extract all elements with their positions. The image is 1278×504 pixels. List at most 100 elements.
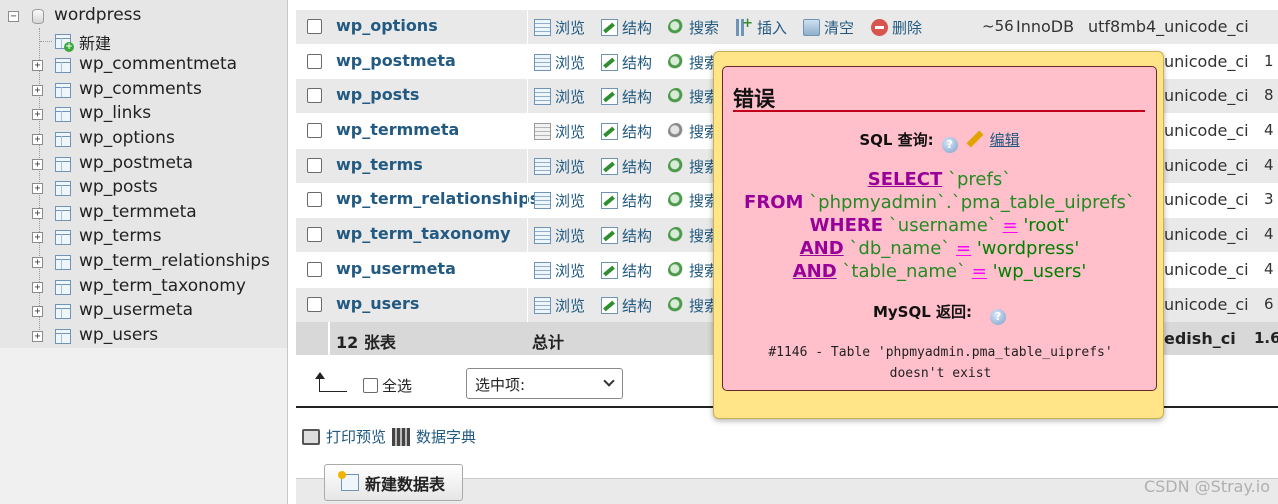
structure-action[interactable]: 结构 bbox=[601, 156, 652, 177]
browse-action[interactable]: 浏览 bbox=[534, 86, 585, 107]
nav-table-label[interactable]: wp_term_relationships bbox=[79, 251, 270, 271]
nav-table-item[interactable]: + wp_termmeta bbox=[0, 201, 287, 225]
row-checkbox[interactable] bbox=[307, 262, 322, 277]
new-table-button[interactable]: 新建数据表 bbox=[324, 464, 463, 501]
sql-operator[interactable]: = bbox=[1003, 215, 1018, 236]
browse-action[interactable]: 浏览 bbox=[534, 190, 585, 211]
row-checkbox[interactable] bbox=[307, 54, 322, 69]
nav-table-item[interactable]: + wp_postmeta bbox=[0, 152, 287, 176]
edit-link[interactable]: 编辑 bbox=[990, 131, 1020, 149]
structure-action[interactable]: 结构 bbox=[601, 17, 652, 38]
search-action[interactable]: 搜索 bbox=[668, 190, 719, 211]
nav-item-new[interactable]: + 新建 bbox=[0, 29, 287, 54]
search-action[interactable]: 搜索 bbox=[668, 52, 719, 73]
nav-table-item[interactable]: + wp_comments bbox=[0, 78, 287, 102]
nav-table-label[interactable]: wp_options bbox=[79, 128, 175, 148]
table-name-link[interactable]: wp_term_taxonomy bbox=[336, 224, 511, 243]
search-action[interactable]: 搜索 bbox=[668, 260, 719, 281]
help-icon[interactable]: ? bbox=[990, 309, 1007, 325]
table-name-link[interactable]: wp_usermeta bbox=[336, 259, 456, 278]
table-name-link[interactable]: wp_termmeta bbox=[336, 120, 459, 139]
table-name-link[interactable]: wp_term_relationships bbox=[336, 189, 539, 208]
sql-keyword[interactable]: AND bbox=[800, 238, 844, 259]
search-action[interactable]: 搜索 bbox=[668, 295, 719, 316]
help-icon[interactable]: ? bbox=[941, 137, 958, 153]
expand-icon[interactable]: + bbox=[32, 282, 43, 293]
search-action[interactable]: 搜索 bbox=[668, 225, 719, 246]
nav-table-item[interactable]: + wp_term_relationships bbox=[0, 250, 287, 274]
table-name-link[interactable]: wp_postmeta bbox=[336, 51, 456, 70]
nav-table-label[interactable]: wp_users bbox=[79, 325, 158, 345]
nav-table-item[interactable]: + wp_usermeta bbox=[0, 299, 287, 323]
expand-icon[interactable]: + bbox=[32, 159, 43, 170]
structure-action[interactable]: 结构 bbox=[601, 52, 652, 73]
nav-table-label[interactable]: wp_commentmeta bbox=[79, 54, 237, 74]
expand-icon[interactable]: + bbox=[32, 109, 43, 120]
nav-table-label[interactable]: wp_comments bbox=[79, 79, 202, 99]
print-preview-link[interactable]: 打印预览 bbox=[326, 426, 386, 447]
browse-action[interactable]: 浏览 bbox=[534, 295, 585, 316]
data-dictionary-link[interactable]: 数据字典 bbox=[416, 426, 476, 447]
row-checkbox[interactable] bbox=[307, 19, 322, 34]
nav-table-item[interactable]: + wp_commentmeta bbox=[0, 53, 287, 77]
table-name-link[interactable]: wp_users bbox=[336, 294, 419, 313]
table-name-link[interactable]: wp_options bbox=[336, 16, 438, 35]
structure-action[interactable]: 结构 bbox=[601, 86, 652, 107]
nav-table-label[interactable]: wp_terms bbox=[79, 226, 161, 246]
nav-table-label[interactable]: wp_posts bbox=[79, 177, 158, 197]
browse-action[interactable]: 浏览 bbox=[534, 260, 585, 281]
nav-table-item[interactable]: + wp_options bbox=[0, 127, 287, 151]
row-checkbox[interactable] bbox=[307, 192, 322, 207]
database-label[interactable]: wordpress bbox=[54, 5, 141, 25]
expand-icon[interactable]: + bbox=[32, 257, 43, 268]
structure-action[interactable]: 结构 bbox=[601, 260, 652, 281]
nav-table-item[interactable]: + wp_posts bbox=[0, 176, 287, 200]
expand-icon[interactable]: + bbox=[32, 331, 43, 342]
search-action[interactable]: 搜索 bbox=[668, 86, 719, 107]
browse-action[interactable]: 浏览 bbox=[534, 156, 585, 177]
table-name-link[interactable]: wp_terms bbox=[336, 155, 423, 174]
nav-table-item[interactable]: + wp_terms bbox=[0, 225, 287, 249]
search-action[interactable]: 搜索 bbox=[668, 156, 719, 177]
sql-operator[interactable]: = bbox=[956, 238, 971, 259]
expand-icon[interactable]: + bbox=[32, 85, 43, 96]
nav-table-item[interactable]: + wp_links bbox=[0, 102, 287, 126]
expand-icon[interactable]: + bbox=[32, 306, 43, 317]
row-checkbox[interactable] bbox=[307, 123, 322, 138]
expand-icon[interactable]: + bbox=[32, 208, 43, 219]
expand-icon[interactable]: + bbox=[32, 60, 43, 71]
row-checkbox[interactable] bbox=[307, 227, 322, 242]
nav-table-label[interactable]: wp_postmeta bbox=[79, 153, 193, 173]
nav-table-label[interactable]: wp_termmeta bbox=[79, 202, 197, 222]
drop-action[interactable]: 删除 bbox=[871, 17, 922, 38]
nav-table-label[interactable]: wp_usermeta bbox=[79, 300, 193, 320]
nav-table-label[interactable]: wp_links bbox=[79, 103, 151, 123]
structure-action[interactable]: 结构 bbox=[601, 295, 652, 316]
row-checkbox[interactable] bbox=[307, 88, 322, 103]
row-checkbox[interactable] bbox=[307, 158, 322, 173]
sql-keyword[interactable]: SELECT bbox=[868, 169, 943, 190]
structure-action[interactable]: 结构 bbox=[601, 121, 652, 142]
nav-table-label[interactable]: wp_term_taxonomy bbox=[79, 276, 246, 296]
insert-action[interactable]: 插入 bbox=[736, 16, 787, 38]
sql-keyword[interactable]: AND bbox=[793, 261, 837, 282]
nav-new-label[interactable]: 新建 bbox=[79, 30, 111, 54]
select-all-toggle[interactable]: 全选 bbox=[363, 375, 412, 396]
expand-icon[interactable]: + bbox=[32, 134, 43, 145]
structure-action[interactable]: 结构 bbox=[601, 225, 652, 246]
expand-icon[interactable]: + bbox=[32, 183, 43, 194]
table-name-link[interactable]: wp_posts bbox=[336, 85, 419, 104]
select-all-checkbox[interactable] bbox=[363, 378, 378, 393]
row-checkbox[interactable] bbox=[307, 297, 322, 312]
sql-operator[interactable]: = bbox=[972, 261, 987, 282]
browse-action[interactable]: 浏览 bbox=[534, 52, 585, 73]
collapse-icon[interactable]: − bbox=[8, 11, 19, 22]
with-selected-dropdown[interactable]: 选中项: bbox=[466, 368, 623, 399]
nav-table-item[interactable]: + wp_term_taxonomy bbox=[0, 275, 287, 299]
nav-table-item[interactable]: + wp_users bbox=[0, 324, 287, 348]
expand-icon[interactable]: + bbox=[32, 232, 43, 243]
search-action[interactable]: 搜索 bbox=[668, 121, 719, 142]
empty-action[interactable]: 清空 bbox=[803, 17, 854, 38]
browse-action[interactable]: 浏览 bbox=[534, 121, 585, 142]
search-action[interactable]: 搜索 bbox=[668, 17, 719, 38]
